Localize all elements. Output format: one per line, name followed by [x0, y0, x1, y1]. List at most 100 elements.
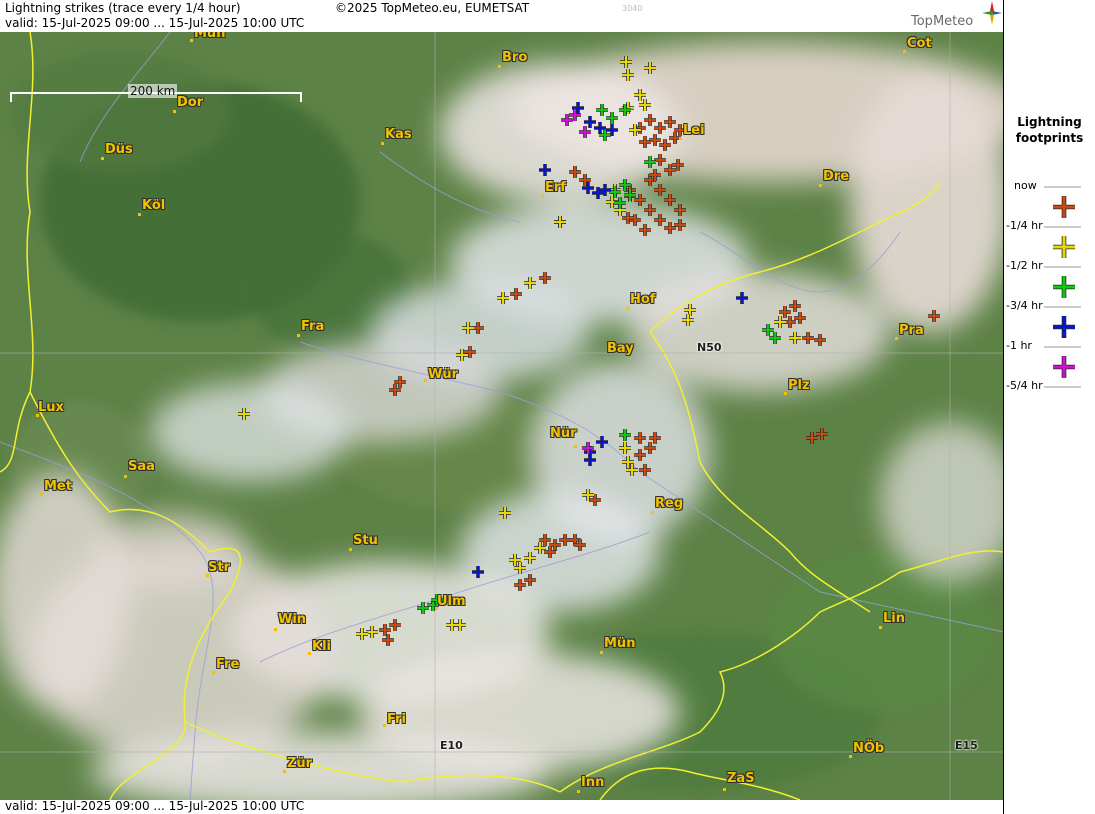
city-label: Ulm — [437, 594, 466, 609]
city-marker — [424, 379, 427, 382]
city-marker — [124, 475, 127, 478]
city-marker — [541, 195, 544, 198]
city-marker — [819, 184, 822, 187]
city-label: Kas — [385, 127, 412, 142]
strike-cross — [1053, 196, 1075, 218]
strike-cross — [1053, 316, 1075, 338]
city-label: Dre — [823, 169, 850, 184]
city-marker — [600, 651, 603, 654]
city-label: ZaS — [727, 771, 755, 786]
city-label: Zür — [287, 756, 313, 771]
city-marker — [626, 307, 629, 310]
city-marker — [895, 337, 898, 340]
city-label: Cot — [907, 36, 932, 51]
cross-icon — [1053, 316, 1075, 338]
legend-title-line1: Lightning — [1017, 115, 1082, 129]
cross-icon — [1053, 196, 1075, 218]
legend-title: Lightning footprints — [1004, 114, 1095, 146]
city-marker — [274, 628, 277, 631]
city-label: Lei — [683, 123, 705, 138]
city-label: Düs — [105, 142, 133, 157]
city-label: Plz — [788, 378, 810, 393]
strike-cross — [1053, 236, 1075, 258]
city-marker — [190, 39, 193, 42]
city-label: Str — [208, 560, 230, 575]
legend-title-line2: footprints — [1015, 131, 1084, 145]
copyright-notice: ©2025 TopMeteo.eu, EUMETSAT — [335, 1, 530, 15]
city-marker — [849, 755, 852, 758]
city-marker — [308, 652, 311, 655]
city-marker — [903, 50, 906, 53]
map-canvas — [0, 32, 1004, 800]
cross-icon — [1053, 236, 1075, 258]
city-label: Inn — [581, 775, 605, 790]
city-label: Saa — [128, 459, 155, 474]
city-label: Bro — [502, 50, 528, 65]
satellite-map[interactable]: 200 km N50 E10 E15 Mün Bro Cot Dor Kas L… — [0, 32, 1004, 800]
city-marker — [381, 142, 384, 145]
city-label: Kli — [312, 639, 331, 654]
city-marker — [349, 548, 352, 551]
city-label: Köl — [142, 198, 166, 213]
city-label: Fra — [301, 319, 325, 334]
cross-icon — [1053, 276, 1075, 298]
city-label: Fri — [387, 712, 406, 727]
valid-time-range: valid: 15-Jul-2025 09:00 ... 15-Jul-2025… — [5, 16, 305, 30]
city-marker — [40, 493, 43, 496]
city-marker — [297, 334, 300, 337]
strike-cross — [1053, 276, 1075, 298]
cross-icon — [1053, 356, 1075, 378]
city-marker — [498, 65, 501, 68]
city-label: Hof — [630, 292, 656, 307]
legend-item: -5/4 hr — [1004, 349, 1095, 392]
legend-item: -1/4 hr — [1004, 189, 1095, 232]
legend-item: -1/2 hr — [1004, 229, 1095, 272]
city-label: Dor — [177, 95, 204, 110]
city-label: Lux — [38, 400, 64, 415]
city-label: Bay — [607, 341, 634, 356]
topmeteo-logo[interactable]: TopMeteo — [906, 0, 1004, 32]
city-marker — [723, 788, 726, 791]
city-marker — [383, 724, 386, 727]
grid-label-n50: N50 — [697, 341, 722, 354]
compass-star-icon — [982, 1, 1002, 25]
city-label: Fre — [216, 657, 240, 672]
strike-cross — [1053, 356, 1075, 378]
header-bar: Lightning strikes (trace every 1/4 hour)… — [0, 0, 1004, 32]
city-marker — [173, 110, 176, 113]
city-marker — [679, 137, 682, 140]
grid-label-e15: E15 — [955, 739, 978, 752]
city-label: Win — [278, 612, 307, 627]
footer-bar: valid: 15-Jul-2025 09:00 ... 15-Jul-2025… — [0, 800, 1004, 814]
city-label: Met — [44, 479, 72, 494]
city-marker — [577, 790, 580, 793]
grid-label-e10: E10 — [440, 739, 463, 752]
city-marker — [784, 392, 787, 395]
city-marker — [138, 213, 141, 216]
legend-item-label: -5/4 hr — [1006, 379, 1043, 392]
city-label: Stu — [353, 533, 378, 548]
city-marker — [212, 671, 215, 674]
footer-valid-time: valid: 15-Jul-2025 09:00 ... 15-Jul-2025… — [5, 799, 305, 813]
city-marker — [651, 511, 654, 514]
map-title: Lightning strikes (trace every 1/4 hour) — [5, 1, 241, 15]
city-label: NÖb — [853, 741, 885, 756]
city-label: Lin — [883, 611, 905, 626]
logo-text: TopMeteo — [911, 14, 974, 29]
city-label: Pra — [899, 323, 924, 338]
city-marker — [101, 157, 104, 160]
image-id: 3040 — [622, 4, 643, 13]
city-label: Mün — [194, 32, 226, 41]
city-label: Reg — [655, 496, 684, 511]
city-marker — [879, 626, 882, 629]
city-label: Nür — [550, 426, 577, 441]
city-marker — [574, 445, 577, 448]
city-marker — [283, 770, 286, 773]
scale-label: 200 km — [128, 84, 178, 98]
city-label: Wür — [428, 367, 459, 382]
legend-item: -3/4 hr — [1004, 269, 1095, 312]
city-label: Mün — [604, 636, 636, 651]
legend-item: -1 hr — [1004, 309, 1095, 352]
legend-panel: Lightning footprints now -1/4 hr -1/2 hr… — [1004, 0, 1095, 814]
city-label: Erf — [545, 180, 566, 195]
